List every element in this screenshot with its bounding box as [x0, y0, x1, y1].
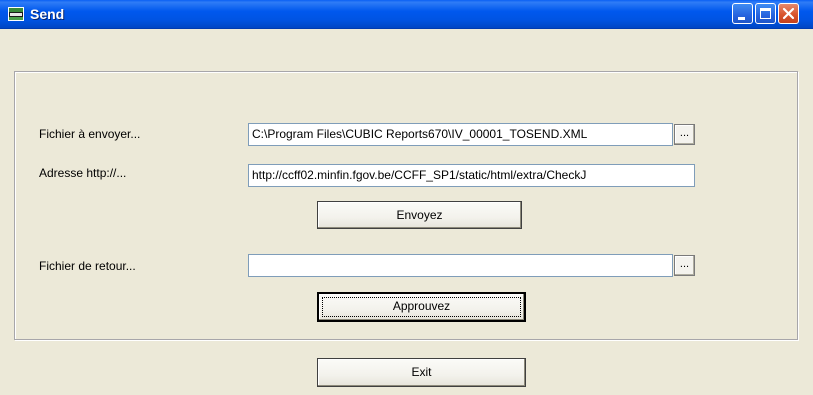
window-title: Send	[30, 6, 65, 22]
title-bar[interactable]: Send	[0, 0, 813, 29]
app-icon	[8, 7, 24, 21]
send-button[interactable]: Envoyez	[317, 201, 522, 229]
file-to-send-field[interactable]: C:\Program Files\CUBIC Reports670\IV_000…	[248, 123, 673, 146]
browse-return-file-button[interactable]: ...	[674, 255, 695, 276]
file-to-send-label: Fichier à envoyer...	[39, 127, 141, 141]
close-button[interactable]	[778, 3, 799, 24]
exit-button-label: Exit	[411, 365, 432, 379]
exit-button[interactable]: Exit	[317, 358, 526, 387]
send-dialog: Send Fichier à envoyer... C:\Program Fil…	[0, 0, 813, 395]
address-field[interactable]: http://ccff02.minfin.fgov.be/CCFF_SP1/st…	[248, 164, 695, 187]
minimize-button[interactable]	[732, 3, 753, 24]
minimize-icon	[738, 17, 745, 20]
return-file-label: Fichier de retour...	[39, 259, 136, 273]
browse-file-to-send-button[interactable]: ...	[674, 124, 695, 145]
address-label: Adresse http://...	[39, 166, 127, 180]
send-button-label: Envoyez	[396, 208, 443, 222]
close-icon	[782, 7, 795, 20]
approve-button[interactable]: Approuvez	[317, 292, 526, 322]
maximize-icon	[760, 8, 771, 19]
return-file-field[interactable]	[248, 254, 673, 277]
maximize-button[interactable]	[755, 3, 776, 24]
approve-button-label: Approuvez	[392, 299, 451, 313]
